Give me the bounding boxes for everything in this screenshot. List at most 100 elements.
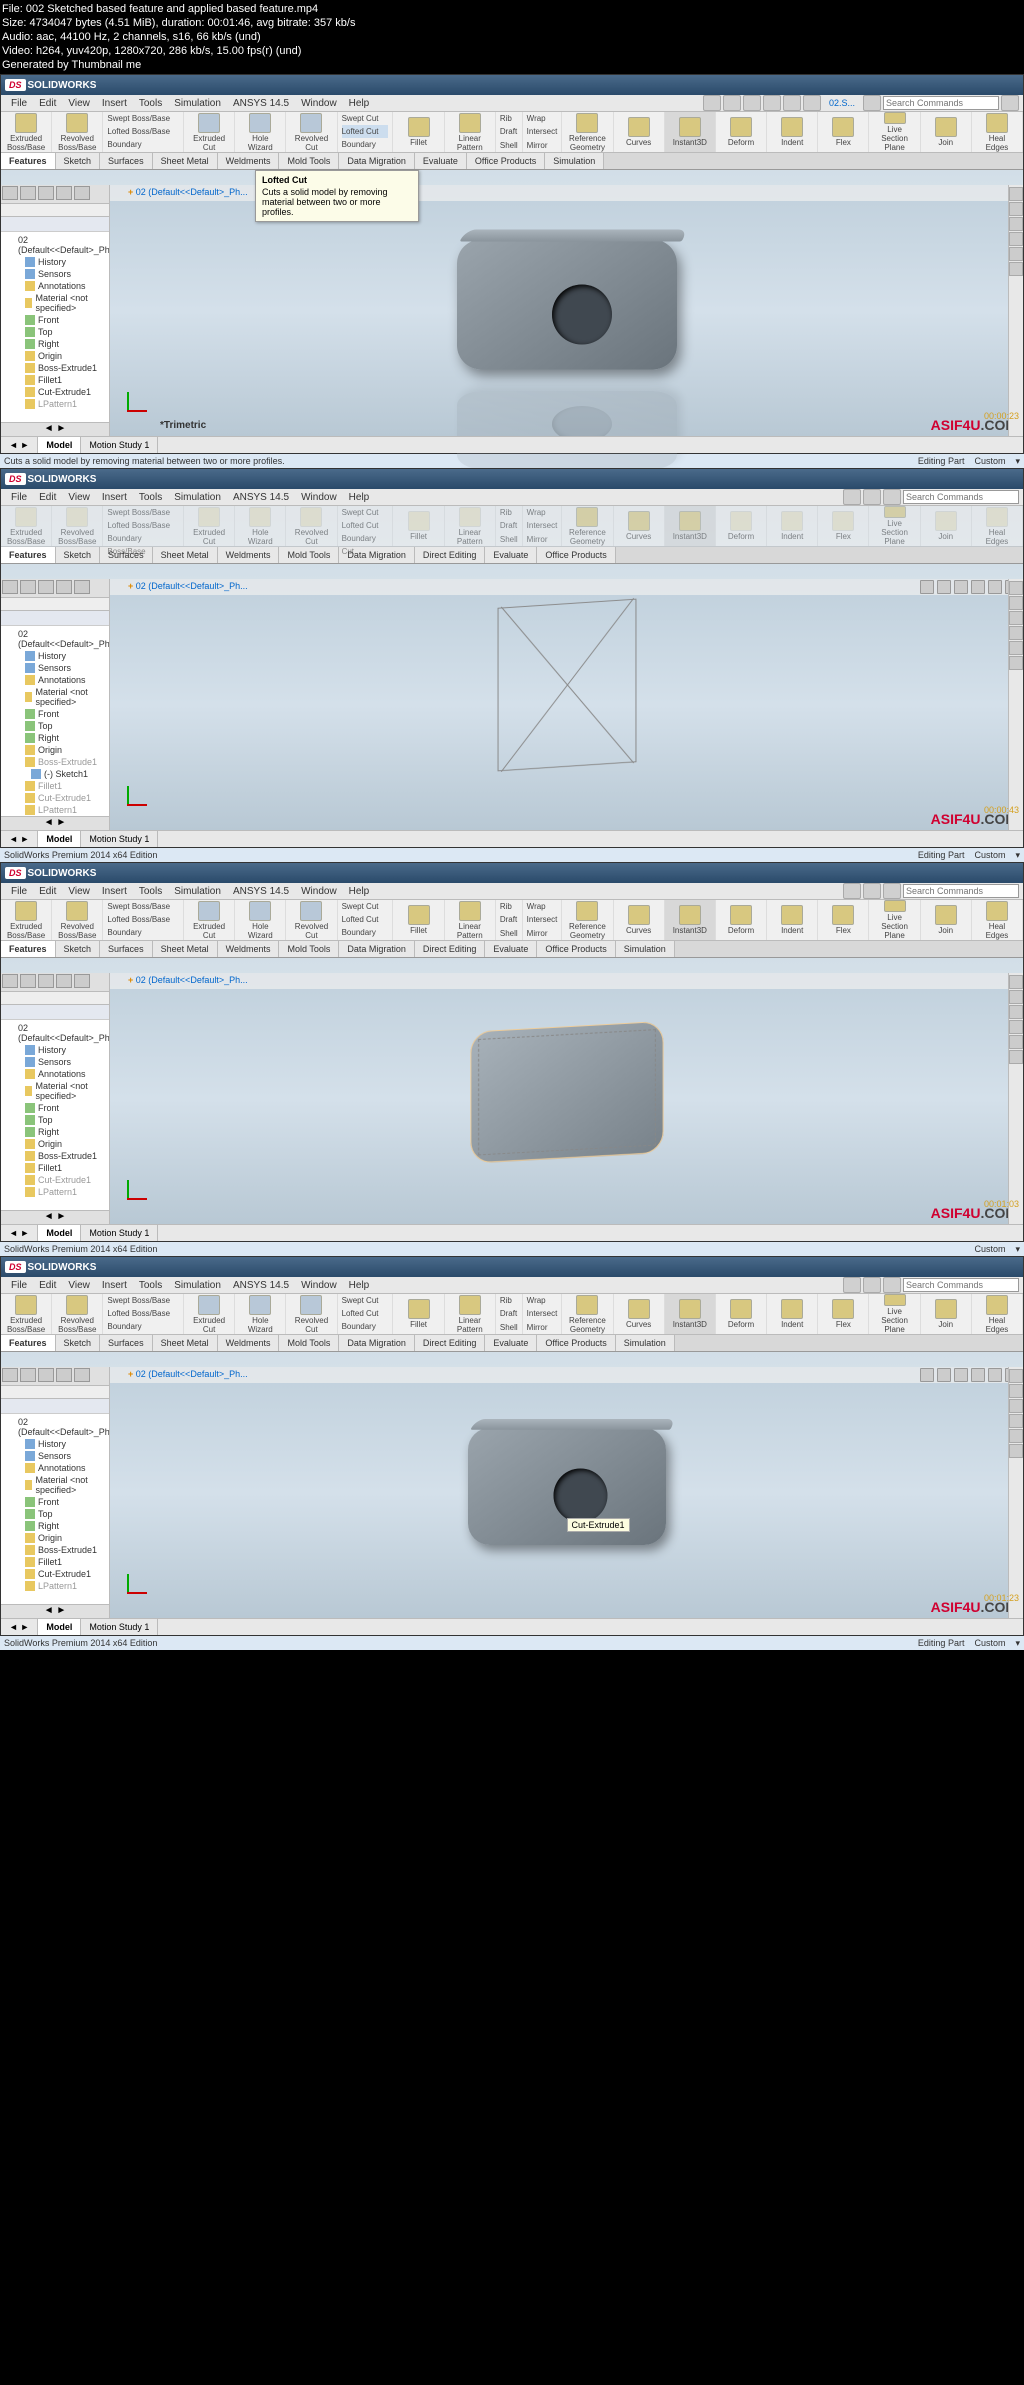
task-pane[interactable]: [1008, 185, 1023, 439]
cut-extras[interactable]: Swept CutLofted CutBoundary Cut: [338, 112, 394, 152]
tree-mode-icons[interactable]: [1, 185, 109, 204]
tb-open-icon[interactable]: [723, 95, 741, 111]
menu-item[interactable]: Edit: [33, 98, 62, 109]
btab-arrows[interactable]: ◄ ►: [1, 437, 38, 453]
menu-item[interactable]: View: [62, 98, 96, 109]
tree-item[interactable]: Fillet1: [3, 374, 107, 386]
refgeo-button[interactable]: ReferenceGeometry: [562, 112, 613, 152]
model-body[interactable]: [457, 240, 677, 370]
tab-weldments[interactable]: Weldments: [218, 153, 280, 169]
tree-item[interactable]: Annotations: [3, 280, 107, 292]
tree-root[interactable]: 02 (Default<<Default>_PhotoW...: [3, 628, 107, 650]
timestamp: 00:00:43: [984, 805, 1019, 815]
titlebar: DS SOLIDWORKS: [1, 75, 1023, 95]
menu-item[interactable]: File: [5, 98, 33, 109]
tree-item[interactable]: Cut-Extrude1: [3, 386, 107, 398]
viewport[interactable]: + 02 (Default<<Default>_Ph... Cut-Extrud…: [110, 1367, 1023, 1619]
tb-print-icon[interactable]: [763, 95, 781, 111]
btab-model[interactable]: Model: [38, 437, 81, 453]
menu-item[interactable]: ANSYS 14.5: [227, 98, 295, 109]
tree-item[interactable]: LPattern1: [3, 398, 107, 410]
tree-item[interactable]: Front: [3, 314, 107, 326]
feature-tree-panel: 02 (Default<<Default>_PhotoW... History …: [1, 185, 110, 437]
menu-item[interactable]: Window: [295, 98, 343, 109]
refgeo-button[interactable]: ReferenceGeometry: [562, 506, 613, 546]
search-input[interactable]: [903, 884, 1019, 898]
tree-item[interactable]: Origin: [3, 350, 107, 362]
menu-item[interactable]: Tools: [133, 98, 168, 109]
menu-item[interactable]: Simulation: [168, 98, 227, 109]
tab-sheetmetal[interactable]: Sheet Metal: [153, 153, 218, 169]
shape-list[interactable]: RibDraftShell: [496, 112, 523, 152]
tb-new-icon[interactable]: [703, 95, 721, 111]
tb-save-icon[interactable]: [743, 95, 761, 111]
zoom-fit-icon[interactable]: [920, 1368, 934, 1382]
join-button[interactable]: Join: [921, 112, 972, 152]
extruded-cut-button[interactable]: ExtrudedCut: [184, 112, 235, 152]
viewport[interactable]: + 02 (Default<<Default>_Ph... *Trimetric…: [110, 185, 1023, 437]
tab-sketch[interactable]: Sketch: [56, 153, 101, 169]
view-orient-icon[interactable]: [954, 580, 968, 594]
model-body[interactable]: [470, 1021, 663, 1164]
tb-rebuild-icon[interactable]: [783, 95, 801, 111]
heal-button[interactable]: HealEdges: [972, 112, 1023, 152]
livesection-button[interactable]: LiveSection Plane: [869, 112, 920, 152]
tab-surfaces[interactable]: Surfaces: [100, 153, 153, 169]
deform-button[interactable]: Deform: [716, 112, 767, 152]
extruded-boss-button[interactable]: ExtrudedBoss/Base: [1, 112, 52, 152]
search-input[interactable]: [903, 490, 1019, 504]
toolbar-right: 02.S...: [703, 95, 1019, 111]
tree-nav[interactable]: ◄ ►: [1, 422, 109, 437]
tab-features[interactable]: Features: [1, 547, 56, 563]
meta-size: Size: 4734047 bytes (4.51 MiB), duration…: [2, 16, 1022, 30]
tree-item[interactable]: Boss-Extrude1: [3, 362, 107, 374]
pattern-button[interactable]: LinearPattern: [445, 112, 496, 152]
tree-root[interactable]: 02 (Default<<Default>_PhotoW...: [3, 234, 107, 256]
tab-simulation[interactable]: Simulation: [545, 153, 604, 169]
revolved-boss-button[interactable]: RevolvedBoss/Base: [52, 112, 103, 152]
curves-button[interactable]: Curves: [614, 112, 665, 152]
tb-options-icon[interactable]: [803, 95, 821, 111]
zoom-area-icon[interactable]: [937, 580, 951, 594]
fillet-button[interactable]: Fillet: [393, 112, 444, 152]
boss-extras[interactable]: Swept Boss/BaseLofted Boss/BaseBoundary …: [103, 112, 184, 152]
tree-item[interactable]: History: [3, 256, 107, 268]
tab-evaluate[interactable]: Evaluate: [415, 153, 467, 169]
display-style-icon[interactable]: [971, 580, 985, 594]
viewport[interactable]: + 02 (Default<<Default>_Ph... ASIF4U.COM…: [110, 579, 1023, 831]
menu-item[interactable]: File: [5, 492, 33, 503]
instant3d-button[interactable]: Instant3D: [665, 112, 716, 152]
search-icon[interactable]: [863, 95, 881, 111]
tree-item[interactable]: Material <not specified>: [3, 292, 107, 314]
viewport[interactable]: + 02 (Default<<Default>_Ph... ASIF4U.COM…: [110, 973, 1023, 1225]
search-input[interactable]: [883, 96, 999, 110]
tab-datamig[interactable]: Data Migration: [339, 153, 415, 169]
sketch-rectangle[interactable]: [497, 598, 636, 771]
tooltip-title: Lofted Cut: [262, 175, 412, 185]
frame-1: DS SOLIDWORKS File Edit View Insert Tool…: [0, 74, 1024, 454]
tab-office[interactable]: Office Products: [467, 153, 545, 169]
shape-list2[interactable]: WrapIntersectMirror: [523, 112, 563, 152]
zoom-fit-icon[interactable]: [920, 580, 934, 594]
tab-moldtools[interactable]: Mold Tools: [279, 153, 339, 169]
triad-icon: [122, 387, 152, 417]
tree-item[interactable]: Right: [3, 338, 107, 350]
tree-item[interactable]: Sensors: [3, 268, 107, 280]
tree-item[interactable]: Top: [3, 326, 107, 338]
view-orientation-label: *Trimetric: [160, 420, 206, 431]
meta-audio: Audio: aac, 44100 Hz, 2 channels, s16, 6…: [2, 30, 1022, 44]
revolved-cut-button[interactable]: RevolvedCut: [286, 112, 337, 152]
btab-motion[interactable]: Motion Study 1: [81, 437, 158, 453]
tb-icon[interactable]: [843, 489, 861, 505]
sw-logo: DS: [5, 79, 26, 91]
breadcrumb[interactable]: + 02 (Default<<Default>_Ph...: [128, 187, 248, 197]
search-input[interactable]: [903, 1278, 1019, 1292]
menu-item[interactable]: Help: [343, 98, 376, 109]
flex-button[interactable]: Flex: [818, 112, 869, 152]
menu-item[interactable]: Insert: [96, 98, 133, 109]
indent-button[interactable]: Indent: [767, 112, 818, 152]
section-icon[interactable]: [988, 580, 1002, 594]
tab-features[interactable]: Features: [1, 153, 56, 169]
help-icon[interactable]: [1001, 95, 1019, 111]
hole-wizard-button[interactable]: HoleWizard: [235, 112, 286, 152]
